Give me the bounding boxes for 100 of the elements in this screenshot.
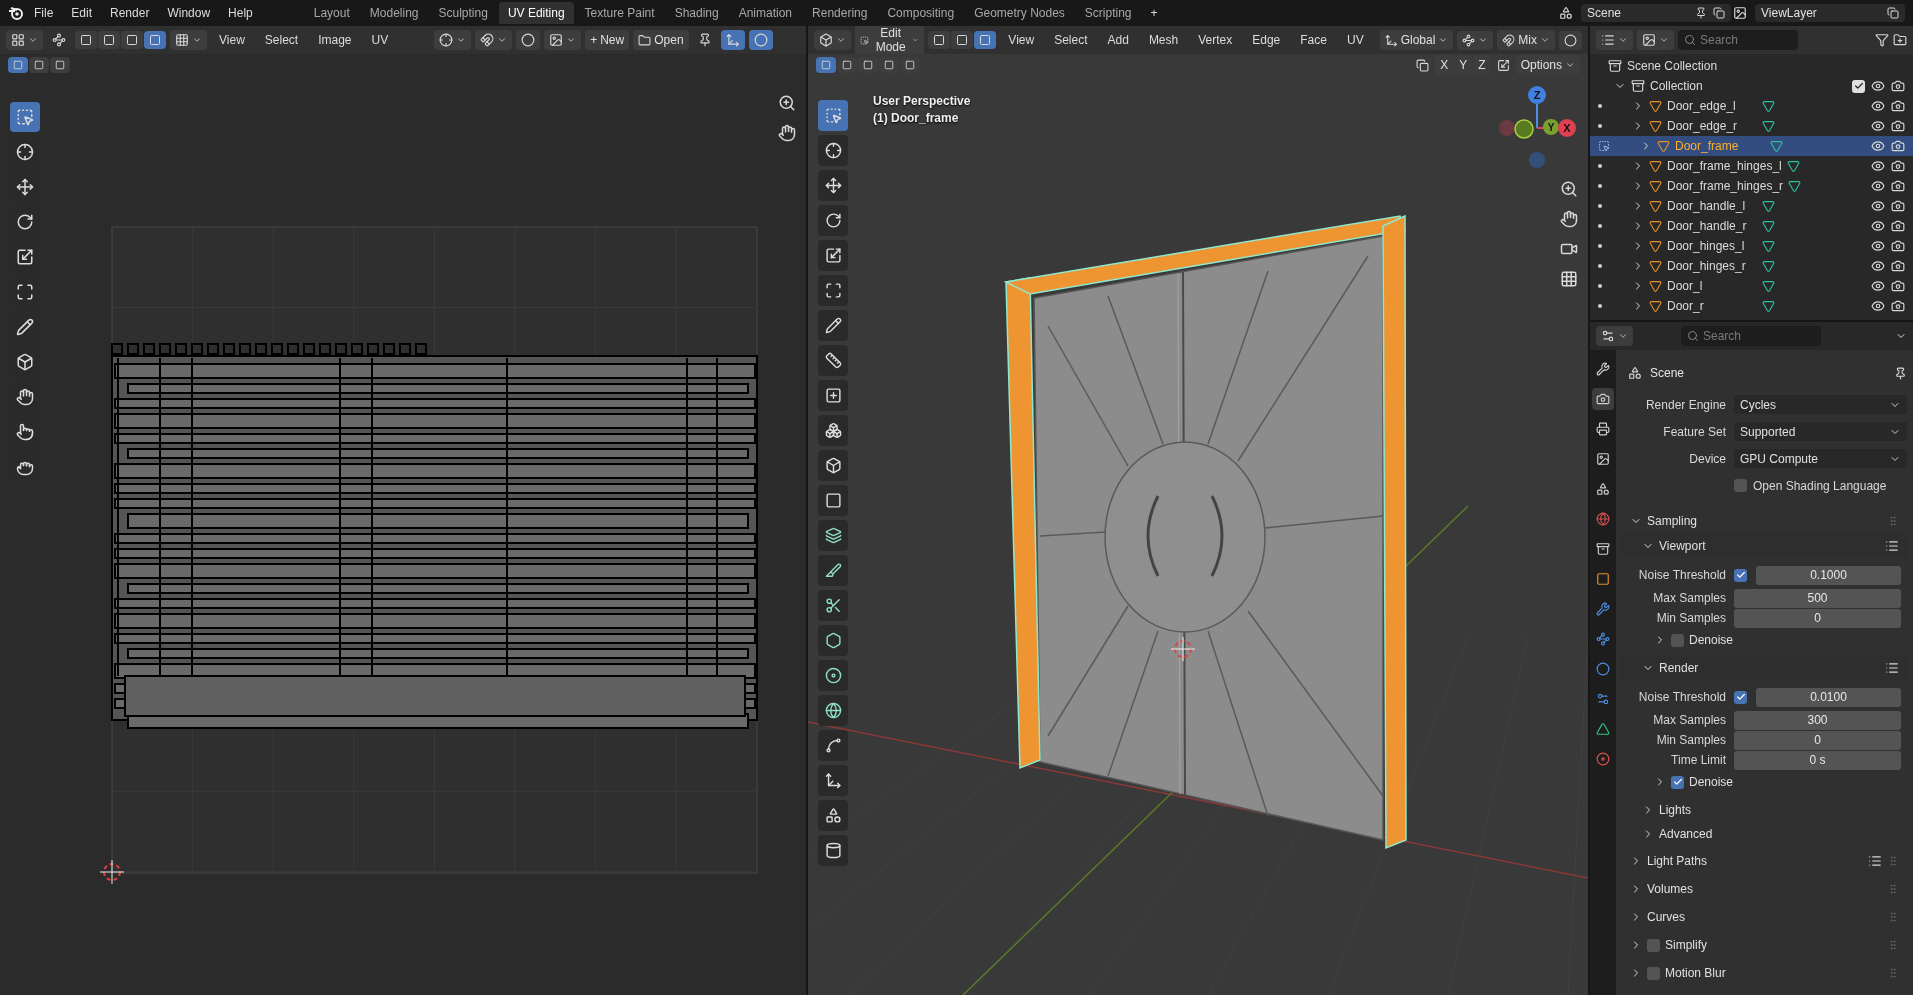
active-object-label: (1) Door_frame [873, 111, 960, 125]
field-label: Min Samples [1655, 733, 1727, 747]
tree-item-label: Door_frame_hinges_r [1667, 179, 1784, 193]
tree-item-label: Door_l [1667, 279, 1704, 293]
tree-item[interactable]: Collection [1650, 79, 1703, 93]
panel-header[interactable]: Sampling [1622, 508, 1907, 534]
panel-header[interactable]: Denoise [1622, 628, 1907, 652]
menu-item[interactable]: Select [1046, 30, 1096, 50]
workspace-tab[interactable]: Shading [665, 2, 728, 24]
number-field[interactable]: 0 s [1734, 750, 1901, 770]
panel-title: Lights [1659, 803, 1692, 817]
menu-item[interactable]: View [211, 30, 253, 50]
menu-item[interactable]: Edge [1244, 30, 1289, 50]
panel-header[interactable]: Curves [1622, 904, 1907, 930]
panel-header[interactable]: Denoise [1622, 770, 1907, 794]
mirror-axis-button[interactable]: X [1435, 55, 1454, 75]
navigation-gizmo-drawing[interactable]: Z Y X [1499, 86, 1576, 168]
search-field[interactable]: Search [1678, 30, 1798, 50]
field-label: Noise Threshold [1637, 690, 1727, 704]
mirror-axis-button[interactable]: Z [1473, 55, 1491, 75]
search-field[interactable]: Search [1681, 326, 1821, 346]
tree-item-label: Door_r [1667, 299, 1705, 313]
tree-item[interactable]: Door_frame [1590, 136, 1913, 156]
panel-title: Denoise [1689, 775, 1734, 789]
workspace-tab[interactable]: Geometry Nodes [965, 2, 1074, 24]
panel-title: Volumes [1647, 882, 1694, 896]
tree-item[interactable]: Door_handle_l [1590, 196, 1913, 216]
workspace-tab[interactable]: Compositing [878, 2, 964, 24]
number-field[interactable]: 0 [1734, 730, 1901, 750]
panel-header[interactable]: Volumes [1622, 876, 1907, 902]
field-label: Max Samples [1652, 713, 1727, 727]
workspace-tab[interactable]: UV Editing [498, 2, 574, 24]
checkbox-label: Open Shading Language [1753, 478, 1887, 493]
menu-item[interactable]: Mesh [1140, 30, 1187, 50]
new-image-button[interactable]: + New [585, 30, 630, 50]
workspace-tab[interactable]: Animation [729, 2, 802, 24]
tree-item[interactable]: Door_hinges_r [1590, 256, 1913, 276]
panel-title: Motion Blur [1665, 966, 1726, 980]
tree-item-label: Door_hinges_l [1667, 239, 1746, 253]
panel-header[interactable]: Light Paths [1622, 848, 1907, 874]
tree-item[interactable]: Door_l [1590, 276, 1913, 296]
workspace-tab[interactable]: Sculpting [429, 2, 497, 24]
tree-item[interactable]: Door_edge_r [1590, 116, 1913, 136]
number-field[interactable]: 0.1000 [1756, 565, 1901, 585]
menu-item[interactable]: Render [102, 3, 158, 23]
tree-item[interactable]: Door_hinges_l [1590, 236, 1913, 256]
menu-item[interactable]: View [1000, 30, 1043, 50]
menu-item[interactable]: Window [159, 3, 219, 23]
context-title: Scene [1650, 366, 1685, 380]
workspace-tab[interactable]: Modeling [360, 2, 428, 24]
workspace-tab[interactable]: Texture Paint [575, 2, 664, 24]
tree-item-label: Door_frame [1675, 139, 1740, 153]
number-field[interactable]: 0 [1734, 608, 1901, 628]
dropdown[interactable]: Supported [1734, 422, 1907, 441]
workspace-tab[interactable]: Rendering [803, 2, 877, 24]
menu-item[interactable]: Image [310, 30, 360, 50]
field-label: Noise Threshold [1637, 568, 1727, 582]
panel-header[interactable]: Motion Blur [1622, 960, 1907, 986]
menu-item[interactable]: Edit [63, 3, 101, 23]
number-field[interactable]: 300 [1734, 710, 1901, 730]
tree-item[interactable]: Door_frame_hinges_r [1590, 176, 1913, 196]
workspace-tab[interactable]: Scripting [1075, 2, 1141, 24]
add-workspace-button[interactable]: + [1142, 3, 1166, 23]
tree-item[interactable]: Door_frame_hinges_l [1590, 156, 1913, 176]
panel-title: Viewport [1659, 539, 1706, 553]
workspace-tab[interactable]: Layout [304, 2, 359, 24]
number-field[interactable]: 500 [1734, 588, 1901, 608]
menu-item[interactable]: File [26, 3, 62, 23]
menu-item[interactable]: UV [363, 30, 397, 50]
panel-header[interactable]: Advanced [1622, 822, 1907, 846]
tree-item[interactable]: Door_handle_r [1590, 216, 1913, 236]
open-image-button[interactable]: Open [633, 30, 689, 50]
tree-item[interactable]: Door_r [1590, 296, 1913, 316]
menu-item[interactable]: Face [1292, 30, 1335, 50]
panel-title: Light Paths [1647, 854, 1708, 868]
panel-title: Curves [1647, 910, 1685, 924]
tree-item[interactable]: Door_edge_l [1590, 96, 1913, 116]
tree-item-label: Door_edge_r [1667, 119, 1739, 133]
orientation-dropdown[interactable]: Global [1379, 30, 1454, 50]
tree-item[interactable]: Scene Collection [1627, 59, 1718, 73]
dropdown[interactable]: Cycles [1734, 395, 1907, 414]
panel-header[interactable]: Simplify [1622, 932, 1907, 958]
menu-item[interactable]: UV [1338, 30, 1372, 50]
tree-item-label: Door_handle_l [1667, 199, 1747, 213]
snap-dropdown[interactable]: Mix [1497, 30, 1555, 50]
mirror-axis-button[interactable]: Y [1454, 55, 1473, 75]
options-dropdown[interactable]: Options [1515, 55, 1580, 75]
field-label: Time Limit [1670, 753, 1727, 767]
menu-item[interactable]: Select [256, 30, 307, 50]
panel-title: Denoise [1689, 633, 1734, 647]
scene-selector[interactable]: Scene [1581, 4, 1731, 22]
menu-item[interactable]: Vertex [1190, 30, 1241, 50]
dropdown[interactable]: GPU Compute [1734, 449, 1907, 468]
panel-header[interactable]: Lights [1622, 798, 1907, 822]
menu-item[interactable]: Help [220, 3, 261, 23]
menu-item[interactable]: Add [1099, 30, 1137, 50]
number-field[interactable]: 0.0100 [1756, 687, 1901, 707]
field-label: Max Samples [1652, 591, 1727, 605]
view-layer-selector[interactable]: ViewLayer [1755, 4, 1905, 22]
panel-title: Advanced [1659, 827, 1713, 841]
